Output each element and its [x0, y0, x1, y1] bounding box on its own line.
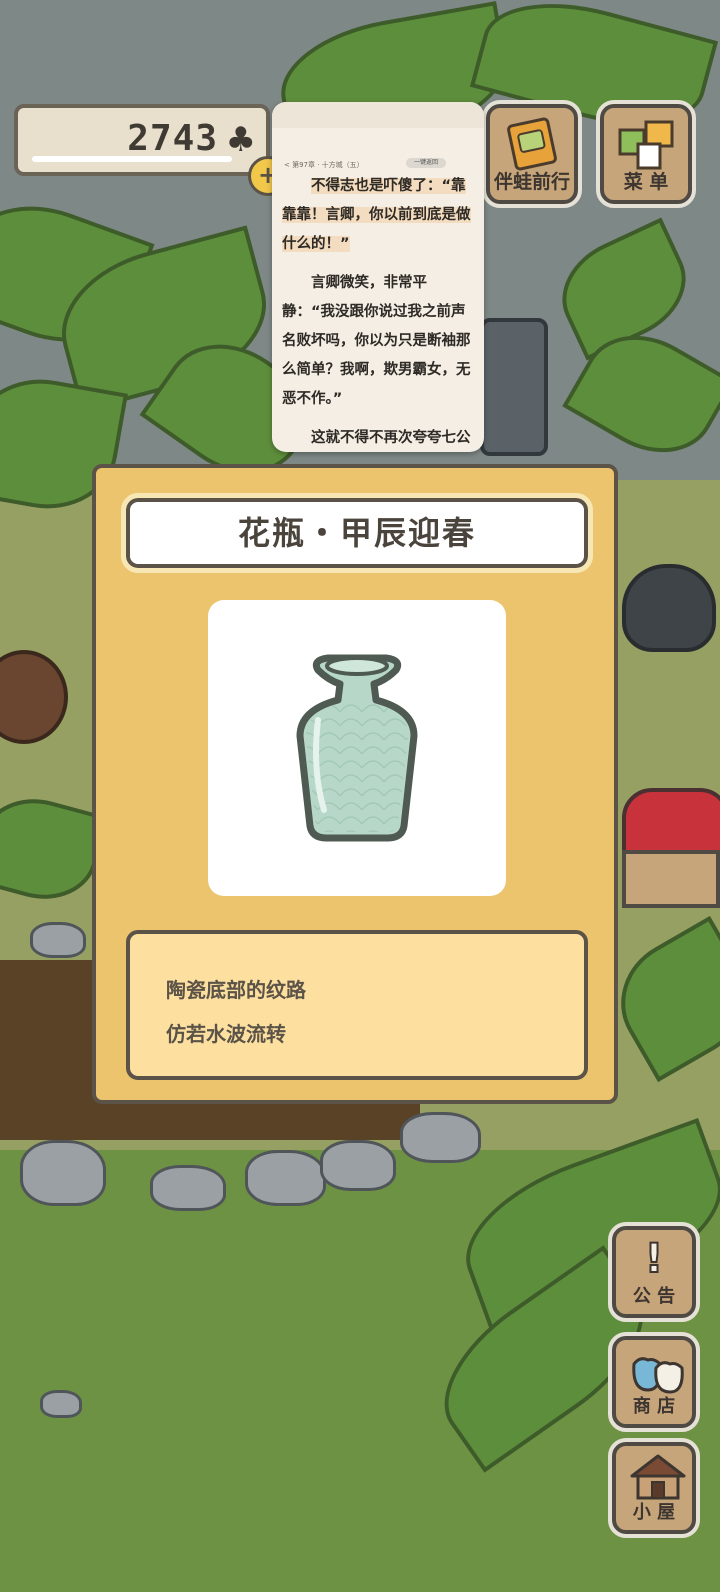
- mailbox-post: [622, 850, 720, 908]
- mailbox[interactable]: [622, 788, 720, 856]
- menu-icon: [618, 120, 674, 170]
- stone: [245, 1150, 326, 1206]
- stone: [40, 1390, 82, 1418]
- travel-with-frog-label: 伴蛙前行: [493, 171, 570, 193]
- reader-text: 不得志也是吓傻了：“靠靠靠！言卿，你以前到底是做什么的！” 言卿微笑，非常平静：…: [282, 172, 478, 452]
- stone: [320, 1140, 396, 1191]
- house-icon: [630, 1454, 686, 1500]
- description-line: 仿若水波流转: [166, 1022, 286, 1046]
- well: [622, 564, 716, 652]
- description-line: 陶瓷底部的纹路: [166, 978, 306, 1002]
- reader-paragraph: 这就不得不再次夸夸七公: [311, 430, 471, 446]
- menu-button[interactable]: 菜 单: [596, 100, 696, 208]
- floating-reader-window[interactable]: < 第97章 · 十方城（五） 一键返回 不得志也是吓傻了：“靠靠靠！言卿，你以…: [272, 102, 484, 452]
- item-image-frame: [208, 600, 506, 896]
- stone: [20, 1140, 106, 1206]
- exclamation-icon: !: [644, 1235, 664, 1283]
- clover-icon: ♣: [225, 120, 256, 160]
- house-button[interactable]: 小 屋: [608, 1438, 700, 1538]
- stone: [400, 1112, 481, 1163]
- reader-return-pill[interactable]: 一键返回: [406, 158, 446, 168]
- notice-label: 公 告: [632, 1286, 676, 1307]
- reader-header[interactable]: [272, 102, 484, 128]
- clover-counter: 2743 ♣: [14, 104, 270, 176]
- shop-button[interactable]: 商 店: [608, 1332, 700, 1432]
- window: [480, 318, 548, 456]
- notice-button[interactable]: ! 公 告: [608, 1222, 700, 1322]
- vase-icon: [296, 654, 418, 842]
- bags-icon: [632, 1357, 684, 1394]
- reader-paragraph: 言卿微笑，非常平静：“我没跟你说过我之前声名败坏吗，你以为只是断袖那么简单？我啊…: [282, 275, 471, 407]
- reader-paragraph: 不得志也是吓傻了：“靠靠靠！言卿，你以前到底是做什么的！”: [282, 178, 471, 252]
- reader-chapter-title: < 第97章 · 十方城（五）: [284, 161, 364, 169]
- item-detail-dialog[interactable]: 花瓶・甲辰迎春 陶瓷底部的纹路 仿若水波流转: [92, 464, 618, 1104]
- stone: [30, 922, 86, 958]
- notebook-icon: [507, 117, 557, 171]
- item-title: 花瓶・甲辰迎春: [121, 493, 593, 573]
- house-label: 小 屋: [632, 1502, 676, 1523]
- clover-count: 2743: [127, 118, 218, 159]
- item-description: 陶瓷底部的纹路 仿若水波流转: [126, 930, 588, 1080]
- clover-bar: [32, 156, 232, 162]
- travel-with-frog-button[interactable]: 伴蛙前行: [482, 100, 582, 208]
- stone: [150, 1165, 226, 1211]
- menu-label: 菜 单: [623, 171, 669, 193]
- shop-label: 商 店: [632, 1396, 676, 1417]
